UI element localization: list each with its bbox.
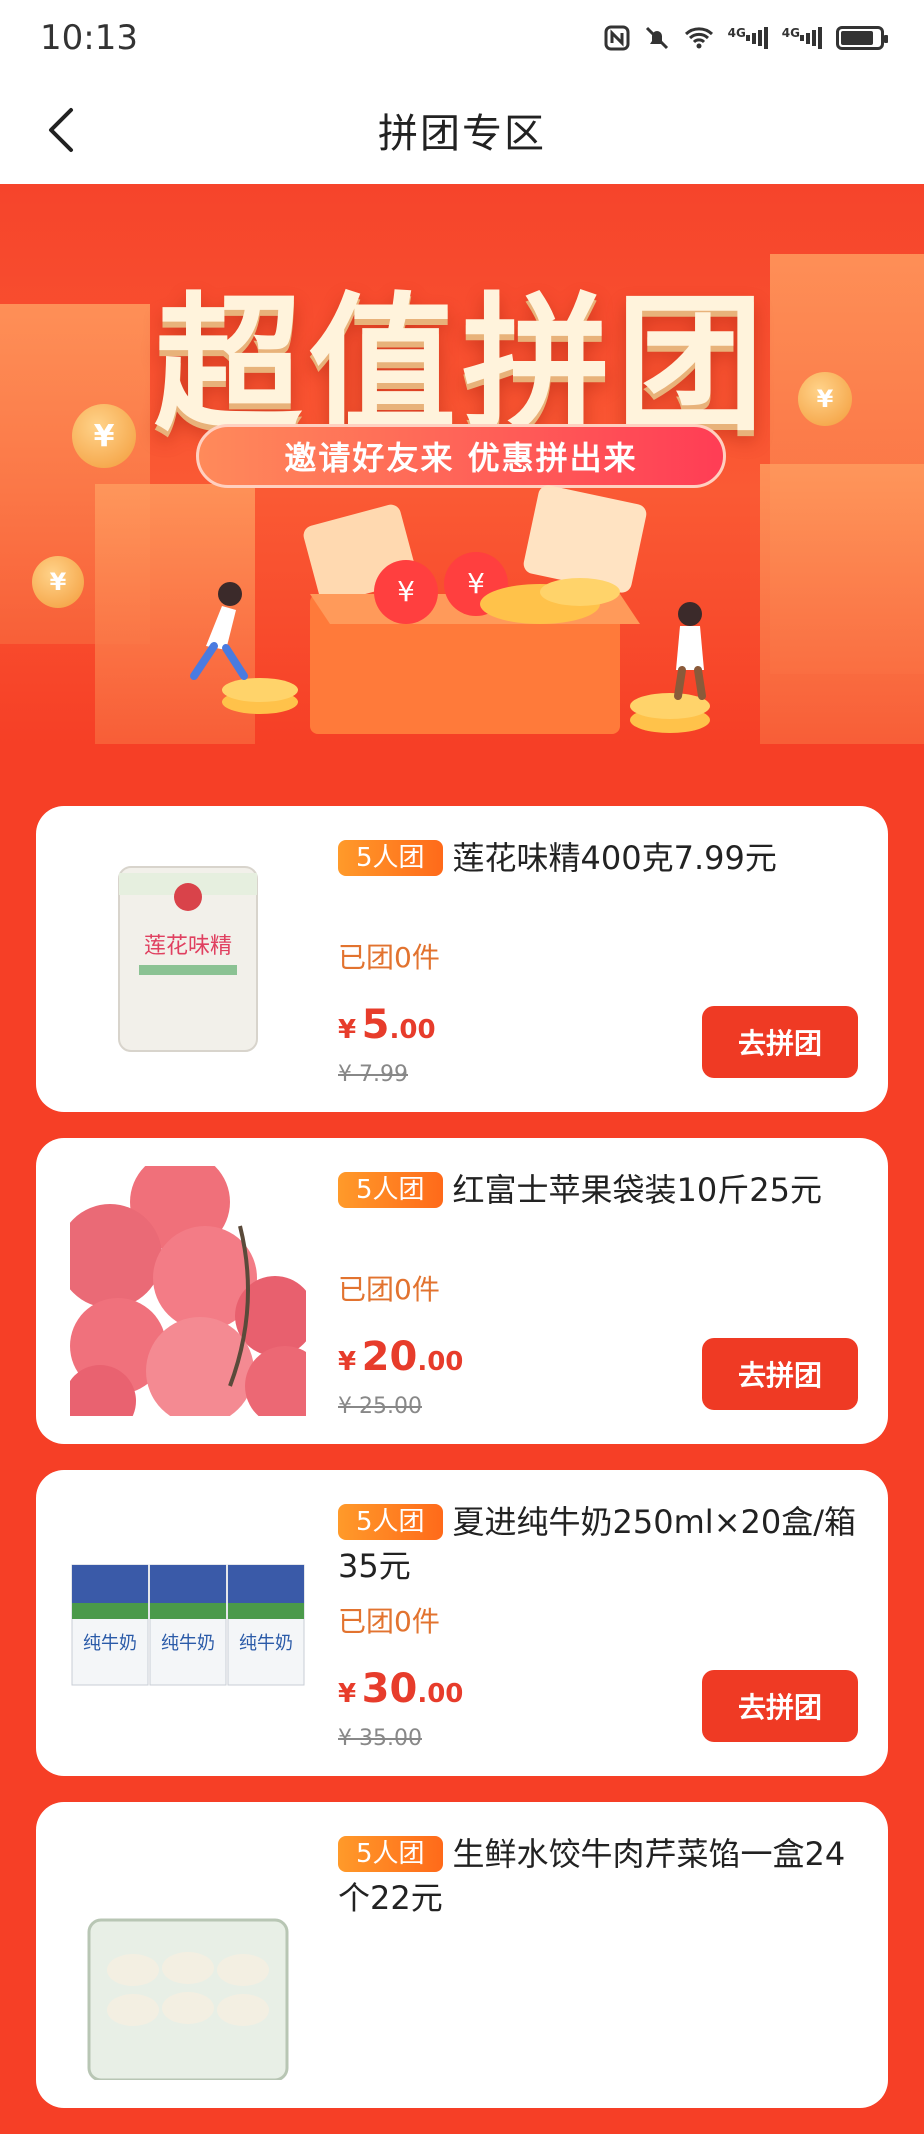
join-group-button[interactable]: 去拼团 xyxy=(702,1006,858,1078)
joined-count: 已团0件 xyxy=(338,941,440,974)
coin-icon: ¥ xyxy=(32,556,84,608)
product-card[interactable]: 纯牛奶 纯牛奶 纯牛奶 5人团 夏进纯牛奶250ml×20盒/箱35元 已团0件 … xyxy=(36,1470,888,1776)
joined-count: 已团0件 xyxy=(338,1605,440,1638)
product-title: 5人团 生鲜水饺牛肉芹菜馅一盒24个22元 xyxy=(338,1832,858,1920)
group-size-badge: 5人团 xyxy=(338,840,443,876)
product-name: 莲花味精400克7.99元 xyxy=(452,839,777,877)
product-image-label: 莲花味精 xyxy=(144,934,232,959)
group-size-badge: 5人团 xyxy=(338,1836,443,1872)
group-price: ¥ 5.00 xyxy=(338,1002,436,1048)
promo-banner[interactable]: ¥ ¥ ¥ 超值拼团 邀请好友来 优惠拼出来 ¥ ¥ xyxy=(0,184,924,744)
back-button[interactable] xyxy=(30,100,90,160)
mute-bell-icon xyxy=(644,25,670,51)
nav-bar: 拼团专区 xyxy=(0,76,924,184)
product-name: 红富士苹果袋装10斤25元 xyxy=(452,1171,822,1209)
network-type-2: 4G xyxy=(781,26,800,40)
svg-text:¥: ¥ xyxy=(397,575,415,608)
page-title: 拼团专区 xyxy=(378,111,546,157)
price-currency: ¥ xyxy=(338,1679,357,1709)
product-info: 5人团 生鲜水饺牛肉芹菜馅一盒24个22元 xyxy=(338,1832,858,2092)
gift-box-illustration: ¥ ¥ xyxy=(190,485,710,734)
status-icons: 4G 4G xyxy=(604,25,888,51)
product-image-label: 纯牛奶 xyxy=(161,1633,215,1654)
svg-text:¥: ¥ xyxy=(467,567,485,600)
joined-count: 已团0件 xyxy=(338,1273,440,1306)
price-integer: 20 xyxy=(361,1334,418,1380)
cell-signal-1-icon: 4G xyxy=(728,26,768,50)
group-price: ¥ 20.00 xyxy=(338,1334,463,1380)
cell-signal-2-icon: 4G xyxy=(782,26,822,50)
group-size-badge: 5人团 xyxy=(338,1172,443,1208)
product-image-label: 纯牛奶 xyxy=(83,1633,137,1654)
product-title: 5人团 红富士苹果袋装10斤25元 xyxy=(338,1168,858,1212)
product-card[interactable]: 莲花味精 5人团 莲花味精400克7.99元 已团0件 ¥ 5.00 ¥ 7.99… xyxy=(36,806,888,1112)
price-decimal: .00 xyxy=(389,1015,436,1045)
product-title: 5人团 夏进纯牛奶250ml×20盒/箱35元 xyxy=(338,1500,858,1588)
product-card[interactable]: 5人团 红富士苹果袋装10斤25元 已团0件 ¥ 20.00 ¥ 25.00 去拼… xyxy=(36,1138,888,1444)
nfc-icon xyxy=(604,25,630,51)
original-price: ¥ 7.99 xyxy=(338,1062,408,1087)
original-price: ¥ 35.00 xyxy=(338,1726,422,1751)
product-image xyxy=(70,1166,306,1416)
original-price: ¥ 25.00 xyxy=(338,1394,422,1419)
group-size-badge: 5人团 xyxy=(338,1504,443,1540)
price-decimal: .00 xyxy=(417,1347,464,1377)
banner-building-right-2 xyxy=(760,464,924,744)
product-image xyxy=(70,1830,306,2080)
price-integer: 30 xyxy=(361,1666,418,1712)
wifi-icon xyxy=(684,26,714,50)
status-time: 10:13 xyxy=(40,18,138,58)
join-group-button[interactable]: 去拼团 xyxy=(702,1670,858,1742)
product-list: 莲花味精 5人团 莲花味精400克7.99元 已团0件 ¥ 5.00 ¥ 7.99… xyxy=(36,806,888,2134)
price-currency: ¥ xyxy=(338,1347,357,1377)
price-integer: 5 xyxy=(361,1002,390,1048)
product-title: 5人团 莲花味精400克7.99元 xyxy=(338,836,858,880)
price-decimal: .00 xyxy=(417,1679,464,1709)
join-group-button[interactable]: 去拼团 xyxy=(702,1338,858,1410)
network-type-1: 4G xyxy=(727,26,746,40)
product-card[interactable]: 5人团 生鲜水饺牛肉芹菜馅一盒24个22元 xyxy=(36,1802,888,2108)
group-price: ¥ 30.00 xyxy=(338,1666,463,1712)
battery-icon xyxy=(836,26,888,50)
product-image: 莲花味精 xyxy=(70,834,306,1084)
product-image: 纯牛奶 纯牛奶 纯牛奶 xyxy=(70,1498,306,1748)
banner-slogan: 邀请好友来 优惠拼出来 xyxy=(196,424,726,488)
status-bar: 10:13 4G 4G xyxy=(0,0,924,76)
product-image-label: 纯牛奶 xyxy=(239,1633,293,1654)
price-currency: ¥ xyxy=(338,1015,357,1045)
chevron-left-icon xyxy=(49,108,73,152)
